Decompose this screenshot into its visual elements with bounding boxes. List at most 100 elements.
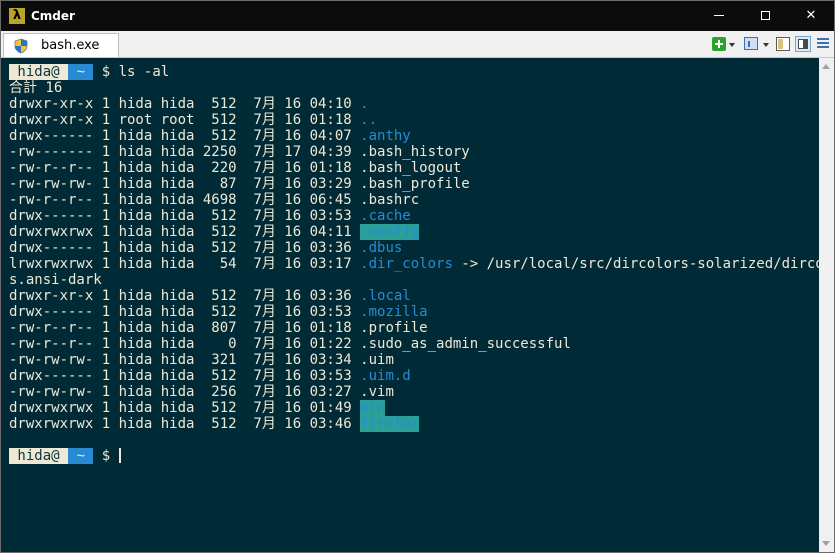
table-row: -rw-r--r-- 1 hida hida 220 7月 16 01:18 .… (9, 160, 819, 176)
blank (9, 432, 17, 448)
plus-icon[interactable] (712, 37, 726, 51)
file-attributes: drwxr-xr-x 1 hida hida 512 7月 16 04:10 (9, 96, 361, 112)
file-name: .. (360, 112, 378, 128)
table-row: -rw-rw-rw- 1 hida hida 321 7月 16 03:34 .… (9, 352, 819, 368)
table-row: -rw------- 1 hida hida 2250 7月 17 04:39 … (9, 144, 819, 160)
file-attributes: lrwxrwxrwx 1 hida hida 54 7月 16 03:17 (9, 256, 361, 272)
file-name: .bashrc (360, 192, 420, 208)
file-attributes: -rw-rw-rw- 1 hida hida 321 7月 16 03:34 (9, 352, 361, 368)
file-name: .vim (360, 384, 394, 400)
total-text: 合計 16 (9, 80, 63, 96)
file-name: .bash_history (360, 144, 470, 160)
scroll-up-icon[interactable] (822, 64, 830, 69)
file-name: .dbus (360, 240, 403, 256)
prompt-symbol: $ (93, 64, 119, 80)
file-attributes: -rw-r--r-- 1 hida hida 4698 7月 16 06:45 (9, 192, 361, 208)
minimize-icon (714, 15, 724, 16)
file-attributes: -rw-r--r-- 1 hida hida 807 7月 16 01:18 (9, 320, 361, 336)
tab-bar: bash.exe (1, 31, 834, 58)
chevron-down-icon[interactable] (763, 43, 769, 47)
prompt-user: hida@ (9, 448, 69, 464)
maximize-icon (760, 11, 770, 20)
symlink-target: -> /usr/local/src/dircolors-solarized/di… (452, 256, 819, 272)
file-name: .mozilla (360, 304, 428, 320)
file-attributes: drwx------ 1 hida hida 512 7月 16 04:07 (9, 128, 361, 144)
file-name: .uim (360, 352, 394, 368)
file-name: . (360, 96, 369, 112)
total-line: 合計 16 (9, 80, 819, 96)
table-row: drwxr-xr-x 1 hida hida 512 7月 16 03:36 .… (9, 288, 819, 304)
file-attributes: drwxr-xr-x 1 hida hida 512 7月 16 03:36 (9, 288, 361, 304)
shield-icon (14, 38, 28, 54)
file-name: .sudo_as_admin_successful (360, 336, 571, 352)
file-name: .dir_colors (360, 256, 453, 272)
table-row: drwxrwxrwx 1 hida hida 512 7月 16 01:49 b… (9, 400, 819, 416)
prompt-symbol: $ (93, 448, 119, 464)
lambda-icon: λ (9, 8, 25, 24)
file-attributes: drwx------ 1 hida hida 512 7月 16 03:53 (9, 368, 361, 384)
file-attributes: -rw-rw-rw- 1 hida hida 256 7月 16 03:27 (9, 384, 361, 400)
close-button[interactable]: ✕ (788, 1, 834, 31)
tab-label: bash.exe (41, 38, 100, 53)
prompt-dir: ~ (68, 448, 94, 464)
minimize-button[interactable] (696, 1, 742, 31)
maximize-button[interactable] (742, 1, 788, 31)
blank-line (9, 432, 819, 448)
table-row: drwx------ 1 hida hida 512 7月 16 03:36 .… (9, 240, 819, 256)
scrollbar-thumb[interactable] (822, 74, 831, 536)
table-row: drwx------ 1 hida hida 512 7月 16 04:07 .… (9, 128, 819, 144)
title-bar[interactable]: λ Cmder ✕ (1, 1, 834, 31)
vertical-scrollbar[interactable] (819, 58, 834, 552)
file-name: .profile (360, 320, 428, 336)
file-name: firefox (360, 416, 420, 432)
split-view-icon[interactable] (795, 36, 811, 52)
file-name: .bash_logout (360, 160, 462, 176)
file-attributes: drwxr-xr-x 1 root root 512 7月 16 01:18 (9, 112, 361, 128)
file-attributes: -rw-r--r-- 1 hida hida 0 7月 16 01:22 (9, 336, 361, 352)
chevron-down-icon[interactable] (729, 43, 735, 47)
terminal-console[interactable]: hida@ ~ $ ls -al 合計 16 drwxr-xr-x 1 hida h… (1, 58, 819, 552)
table-row: drwxrwxrwx 1 hida hida 512 7月 16 03:46 f… (9, 416, 819, 432)
window-title: Cmder (31, 9, 75, 23)
wrapped-line: s.ansi-dark (9, 272, 819, 288)
file-attributes: -rw------- 1 hida hida 2250 7月 17 04:39 (9, 144, 361, 160)
prompt-line: hida@ ~ $ ls -al (9, 64, 819, 80)
file-name: .config (360, 224, 420, 240)
text-cursor (118, 448, 121, 463)
table-row: drwx------ 1 hida hida 512 7月 16 03:53 .… (9, 368, 819, 384)
table-row: -rw-r--r-- 1 hida hida 4698 7月 16 06:45 … (9, 192, 819, 208)
file-attributes: -rw-r--r-- 1 hida hida 220 7月 16 01:18 (9, 160, 361, 176)
symlink-wrap: s.ansi-dark (9, 272, 102, 288)
table-row: drwx------ 1 hida hida 512 7月 16 03:53 .… (9, 304, 819, 320)
file-attributes: drwxrwxrwx 1 hida hida 512 7月 16 01:49 (9, 400, 361, 416)
cmder-window: λ Cmder ✕ bash.exe hida@ ~ $ ls -al 合計 16… (0, 0, 835, 553)
file-name: .anthy (360, 128, 411, 144)
table-row: -rw-rw-rw- 1 hida hida 256 7月 16 03:27 .… (9, 384, 819, 400)
tab-bash[interactable]: bash.exe (3, 33, 119, 57)
file-attributes: drwx------ 1 hida hida 512 7月 16 03:36 (9, 240, 361, 256)
scroll-down-icon[interactable] (822, 541, 830, 546)
table-row: -rw-r--r-- 1 hida hida 0 7月 16 01:22 .su… (9, 336, 819, 352)
file-name: .local (360, 288, 411, 304)
table-row: drwxrwxrwx 1 hida hida 512 7月 16 04:11 .… (9, 224, 819, 240)
table-row: -rw-r--r-- 1 hida hida 807 7月 16 01:18 .… (9, 320, 819, 336)
table-row: -rw-rw-rw- 1 hida hida 87 7月 16 03:29 .b… (9, 176, 819, 192)
file-name: .uim.d (360, 368, 411, 384)
file-name: .cache (360, 208, 411, 224)
table-row: lrwxrwxrwx 1 hida hida 54 7月 16 03:17 .d… (9, 256, 819, 272)
prompt-line: hida@ ~ $ (9, 448, 819, 464)
table-row: drwxr-xr-x 1 root root 512 7月 16 01:18 .… (9, 112, 819, 128)
file-attributes: drwx------ 1 hida hida 512 7月 16 03:53 (9, 208, 361, 224)
window-icon[interactable] (744, 37, 758, 50)
terminal-output: hida@ ~ $ ls -al 合計 16 drwxr-xr-x 1 hida h… (9, 64, 819, 464)
hamburger-menu-icon[interactable] (817, 38, 829, 54)
pane-icon[interactable] (776, 37, 790, 51)
prompt-user: hida@ (9, 64, 69, 80)
prompt-dir: ~ (68, 64, 94, 80)
close-icon: ✕ (805, 8, 817, 23)
file-attributes: drwx------ 1 hida hida 512 7月 16 03:53 (9, 304, 361, 320)
file-name: bin (360, 400, 386, 416)
file-attributes: drwxrwxrwx 1 hida hida 512 7月 16 03:46 (9, 416, 361, 432)
file-attributes: drwxrwxrwx 1 hida hida 512 7月 16 04:11 (9, 224, 361, 240)
file-attributes: -rw-rw-rw- 1 hida hida 87 7月 16 03:29 (9, 176, 361, 192)
